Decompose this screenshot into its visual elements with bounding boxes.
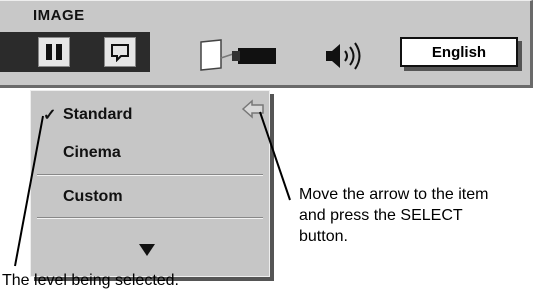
dropdown-item-label: Custom — [63, 188, 123, 205]
menu-title: IMAGE — [33, 7, 85, 24]
dropdown-separator — [37, 217, 263, 219]
image-adjust-icon[interactable] — [38, 37, 70, 67]
arrow-note-line-3: button. — [299, 228, 348, 245]
image-mode-dropdown: ✓ Standard Cinema Custom — [30, 90, 270, 277]
dropdown-item-custom[interactable]: Custom — [31, 179, 269, 215]
dropdown-item-label: Standard — [63, 106, 133, 123]
dropdown-item-standard[interactable]: ✓ Standard — [31, 97, 269, 133]
image-select-icon[interactable] — [104, 37, 136, 67]
dropdown-item-cinema[interactable]: Cinema — [31, 135, 269, 171]
image-menu-bar: IMAGE English — [0, 0, 533, 90]
selected-icon-group — [0, 32, 150, 72]
level-note: The level being selected. — [2, 272, 179, 289]
projector-icon[interactable] — [232, 45, 278, 72]
dropdown-separator — [37, 174, 263, 176]
check-mark-icon: ✓ — [43, 107, 57, 124]
arrow-note-line-2: and press the SELECT — [299, 207, 463, 224]
language-button[interactable]: English — [400, 37, 518, 67]
pointer-arrow-icon — [241, 99, 265, 124]
speaker-icon[interactable] — [322, 40, 366, 77]
dropdown-item-label: Cinema — [63, 144, 121, 161]
scroll-down-icon[interactable] — [138, 243, 156, 262]
arrow-note-line-1: Move the arrow to the item — [299, 186, 489, 203]
language-label: English — [431, 43, 487, 61]
